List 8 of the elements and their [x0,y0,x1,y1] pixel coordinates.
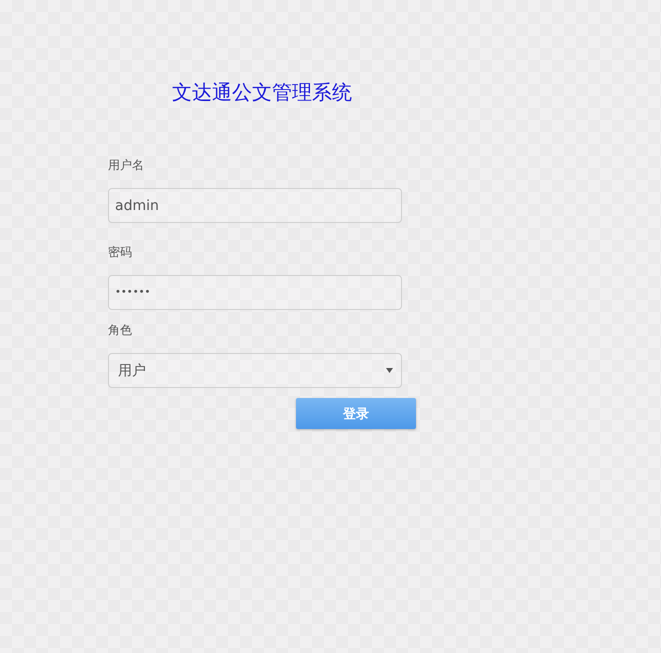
caret-icon [386,368,393,373]
password-field[interactable]: •••••• [108,275,402,310]
field-label: 用户名 [108,157,144,174]
role-select[interactable]: 用户 [108,353,402,388]
field-label: 角色 [108,322,132,339]
username-field[interactable]: admin [108,188,402,223]
field-label: 密码 [108,244,132,261]
page-title: 文达通公文管理系统 [172,79,352,106]
